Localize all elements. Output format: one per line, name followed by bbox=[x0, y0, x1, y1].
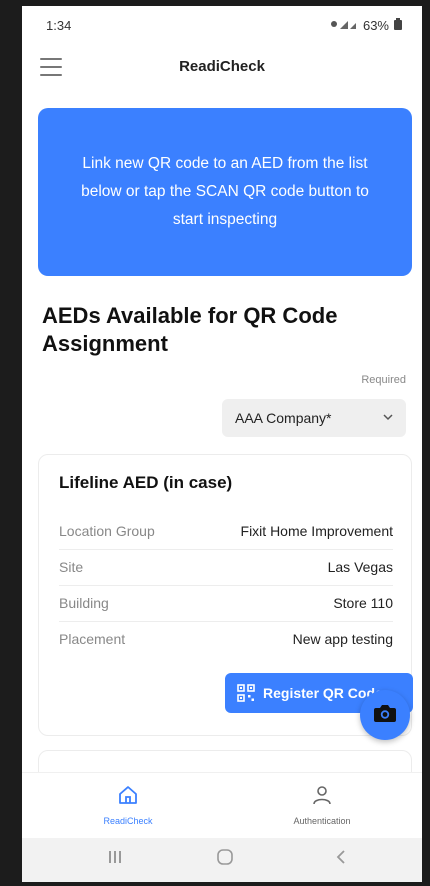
bottom-nav: ReadiCheck Authentication bbox=[22, 772, 422, 839]
battery-icon bbox=[394, 18, 402, 33]
nav-item-readicheck[interactable]: ReadiCheck bbox=[68, 783, 188, 826]
status-indicators: 63% bbox=[330, 18, 402, 33]
qr-code-icon bbox=[237, 684, 255, 702]
app-title: ReadiCheck bbox=[179, 58, 265, 75]
home-button-icon[interactable] bbox=[216, 848, 234, 871]
detail-value: Store 110 bbox=[333, 595, 393, 611]
nav-label: ReadiCheck bbox=[103, 816, 153, 826]
detail-row-site: Site Las Vegas bbox=[59, 549, 393, 586]
company-select-value: AAA Company* bbox=[235, 410, 332, 426]
nav-item-authentication[interactable]: Authentication bbox=[262, 783, 382, 826]
status-time: 1:34 bbox=[46, 18, 72, 33]
aed-card-title: Lifeline AED (in case) bbox=[59, 473, 233, 492]
person-icon bbox=[310, 786, 334, 811]
required-label: Required bbox=[361, 374, 406, 386]
camera-icon bbox=[373, 703, 397, 728]
company-select[interactable]: AAA Company* bbox=[222, 399, 406, 437]
detail-row-location-group: Location Group Fixit Home Improvement bbox=[59, 513, 393, 550]
detail-label: Site bbox=[59, 559, 84, 575]
signal-icon bbox=[330, 18, 358, 33]
app-bar: ReadiCheck bbox=[22, 44, 422, 90]
recent-apps-icon[interactable] bbox=[106, 848, 124, 871]
system-nav-bar bbox=[22, 838, 422, 882]
battery-percent: 63% bbox=[362, 18, 389, 33]
detail-row-building: Building Store 110 bbox=[59, 585, 393, 622]
scan-camera-button[interactable] bbox=[360, 690, 410, 740]
page-title: AEDs Available for QR Code Assignment bbox=[42, 303, 338, 356]
phone-screen: 1:34 63% ReadiCheck Link new QR code to … bbox=[22, 6, 422, 882]
home-icon bbox=[116, 786, 140, 811]
status-bar: 1:34 63% bbox=[22, 6, 422, 44]
banner-text: Link new QR code to an AED from the list… bbox=[81, 155, 369, 228]
back-icon[interactable] bbox=[332, 848, 350, 871]
chevron-down-icon bbox=[382, 407, 394, 430]
detail-label: Building bbox=[59, 595, 109, 611]
detail-value: New app testing bbox=[292, 631, 393, 647]
detail-label: Location Group bbox=[59, 523, 155, 539]
info-banner: Link new QR code to an AED from the list… bbox=[38, 108, 412, 276]
aed-card: Lifeline AED (in case) Location Group Fi… bbox=[38, 454, 413, 736]
detail-value: Las Vegas bbox=[327, 559, 393, 575]
nav-label: Authentication bbox=[293, 816, 351, 826]
detail-row-placement: Placement New app testing bbox=[59, 621, 393, 657]
detail-value: Fixit Home Improvement bbox=[240, 523, 393, 539]
detail-label: Placement bbox=[59, 631, 126, 647]
